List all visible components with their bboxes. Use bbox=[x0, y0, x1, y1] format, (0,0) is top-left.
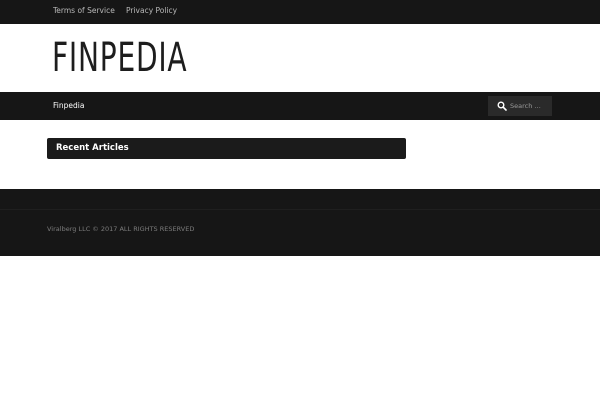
copyright-text: Viralberg LLC © 2017 ALL RIGHTS RESERVED bbox=[47, 225, 195, 233]
widget-title: Recent Articles bbox=[56, 143, 129, 153]
site-footer: Viralberg LLC © 2017 ALL RIGHTS RESERVED bbox=[0, 189, 600, 256]
search-input[interactable] bbox=[510, 99, 550, 113]
recent-articles-widget-header: Recent Articles bbox=[47, 138, 406, 159]
privacy-policy-link[interactable]: Privacy Policy bbox=[126, 6, 177, 15]
site-header: FINPEDIA bbox=[0, 24, 600, 92]
search-icon[interactable] bbox=[497, 101, 507, 111]
site-logo[interactable]: FINPEDIA bbox=[52, 38, 187, 78]
nav-item-finpedia[interactable]: Finpedia bbox=[53, 101, 84, 110]
top-menu-bar: Terms of Service Privacy Policy bbox=[0, 0, 600, 24]
search-form[interactable] bbox=[488, 96, 552, 116]
terms-of-service-link[interactable]: Terms of Service bbox=[53, 6, 115, 15]
footer-divider bbox=[0, 209, 600, 210]
